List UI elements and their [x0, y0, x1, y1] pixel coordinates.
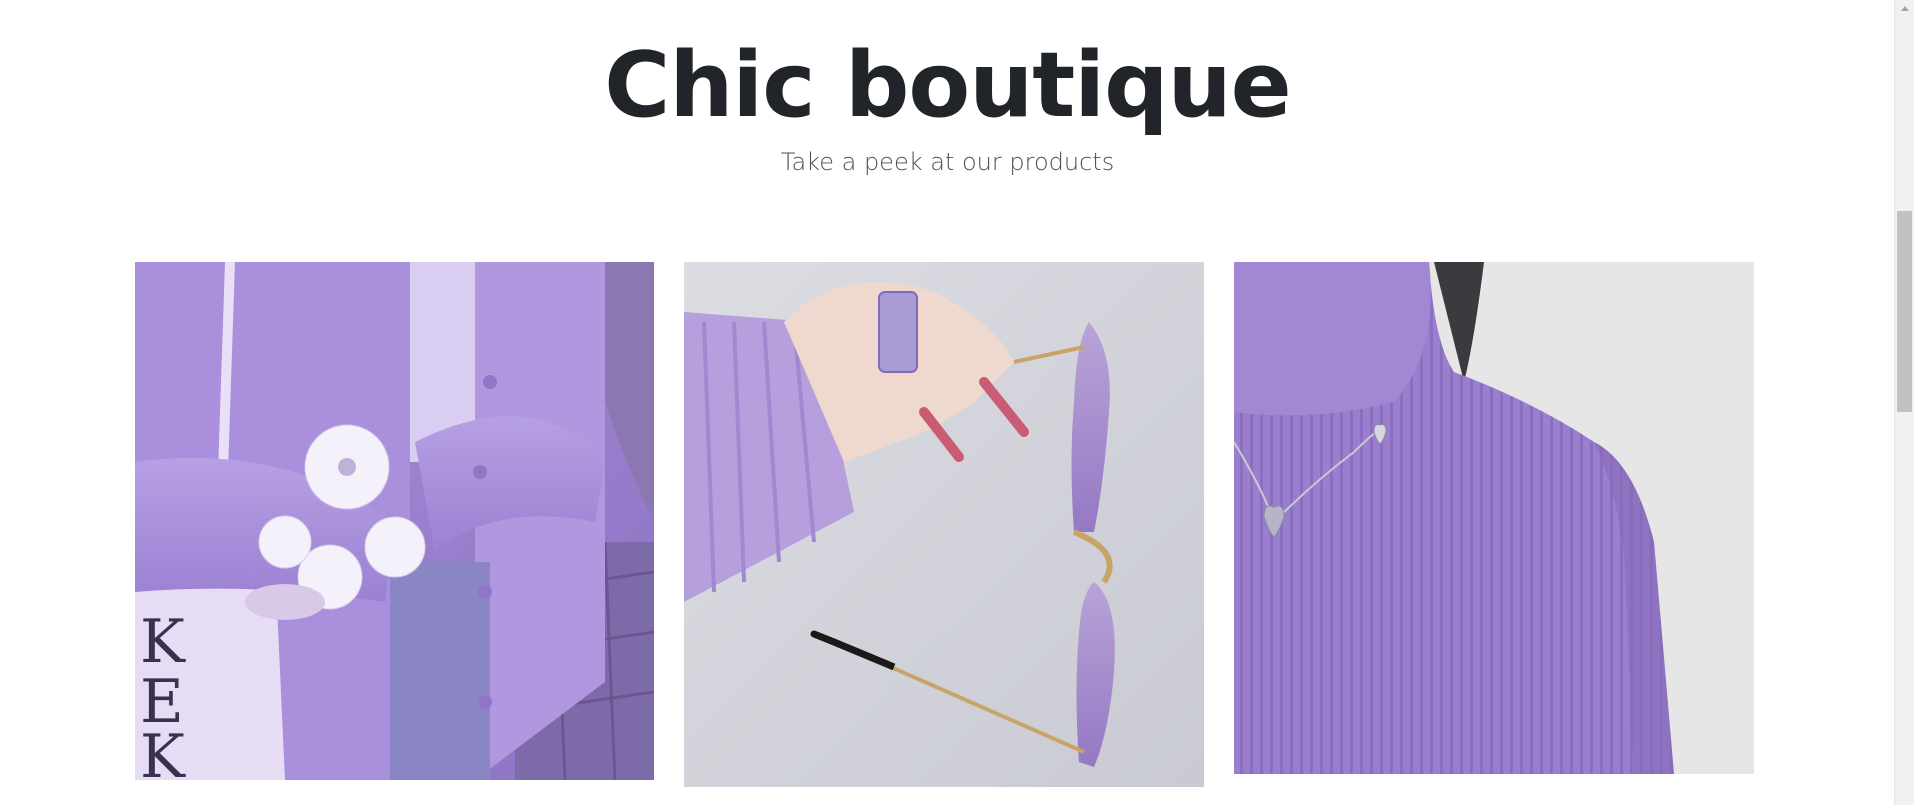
sunglasses-photo [684, 262, 1204, 787]
scroll-up-arrow-icon[interactable] [1895, 0, 1914, 17]
turtleneck-photo [1234, 262, 1754, 774]
page: Chic boutique Take a peek at our product… [0, 0, 1914, 805]
svg-text:K: K [140, 722, 186, 780]
product-image-cardigan[interactable]: K E K [135, 262, 654, 780]
page-title: Chic boutique [604, 33, 1291, 138]
product-image-sunglasses[interactable] [684, 262, 1204, 787]
product-gallery: K E K [0, 262, 1895, 805]
cardigan-photo: K E K [135, 262, 654, 780]
hero-section: Chic boutique Take a peek at our product… [0, 0, 1895, 178]
vertical-scrollbar[interactable] [1894, 0, 1914, 805]
page-subtitle: Take a peek at our products [780, 148, 1115, 176]
product-image-turtleneck[interactable] [1234, 262, 1754, 774]
scroll-thumb[interactable] [1897, 211, 1912, 412]
